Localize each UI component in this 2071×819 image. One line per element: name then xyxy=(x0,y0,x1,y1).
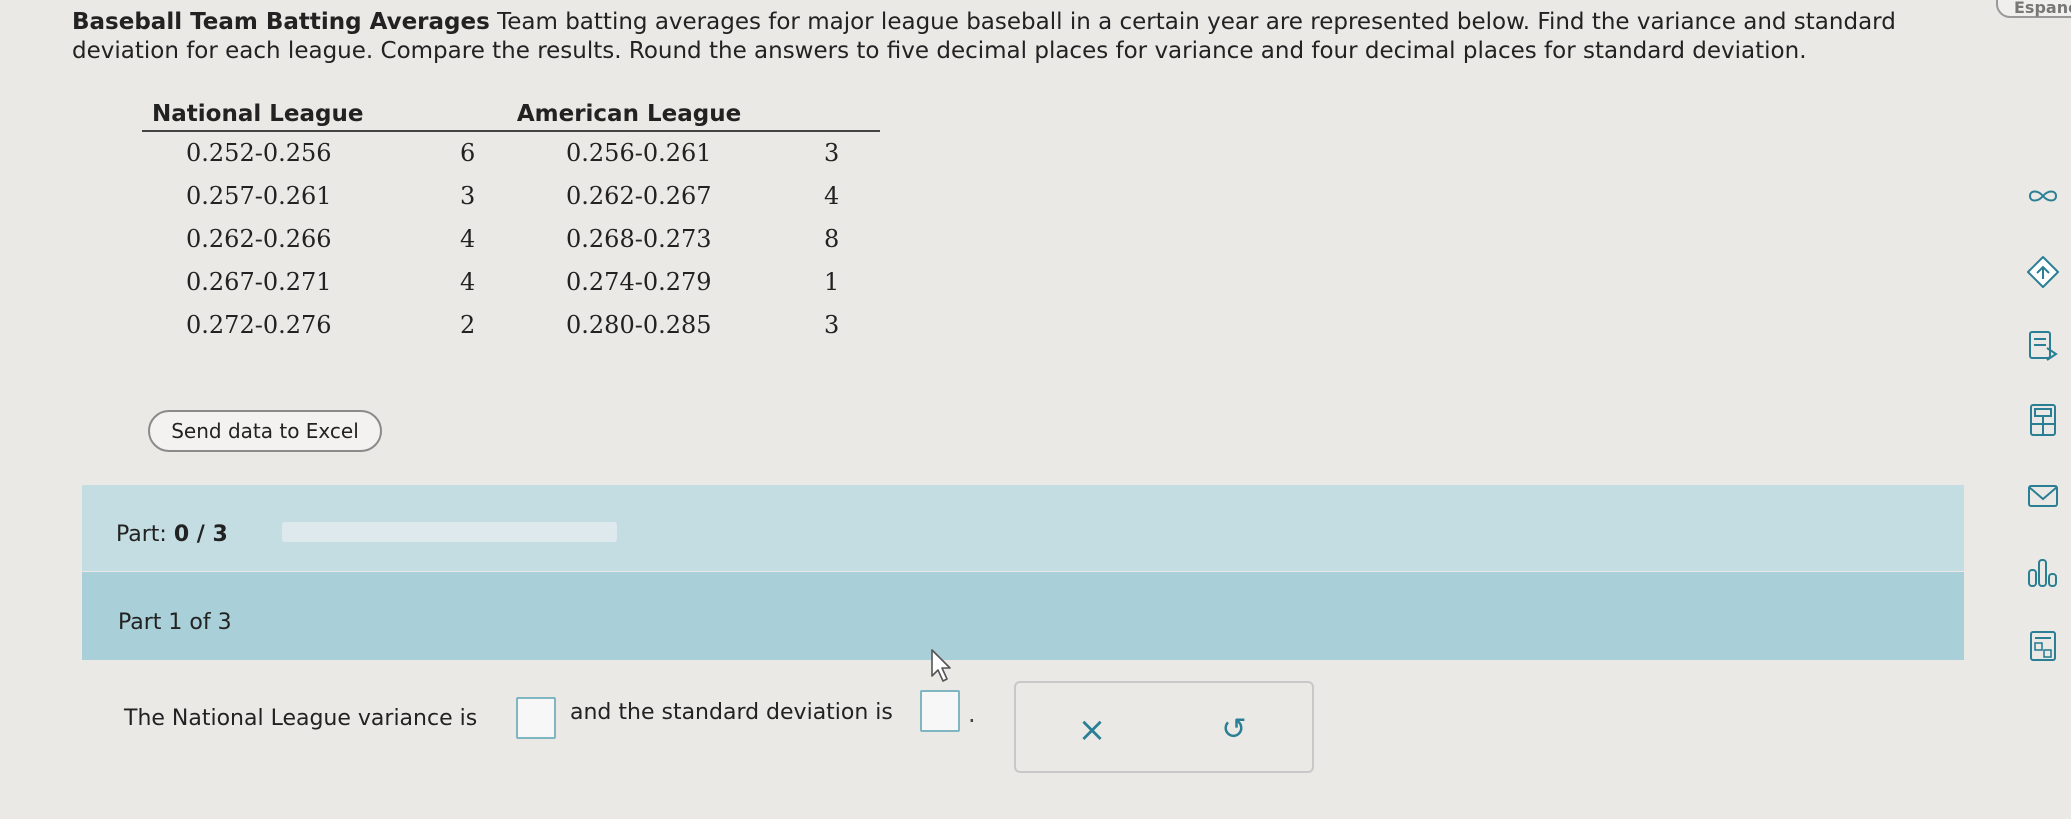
al-frequency: 3 xyxy=(824,310,840,339)
al-class: 0.262-0.267 xyxy=(566,181,712,210)
problem-title: Baseball Team Batting Averages xyxy=(72,9,490,35)
al-class: 0.280-0.285 xyxy=(566,310,712,339)
al-frequency: 1 xyxy=(824,267,840,296)
nl-frequency: 2 xyxy=(460,310,476,339)
part-label: Part: 0 / 3 xyxy=(116,522,228,547)
problem-statement: Baseball Team Batting Averages Team batt… xyxy=(72,8,1952,66)
undo-button[interactable]: ↺ xyxy=(1210,710,1258,750)
nl-frequency: 4 xyxy=(460,224,476,253)
part-label-text: Part: xyxy=(116,522,167,547)
nl-class: 0.267-0.271 xyxy=(186,267,332,296)
part-count: 0 / 3 xyxy=(173,522,228,547)
al-class: 0.268-0.273 xyxy=(566,224,712,253)
formula-icon[interactable] xyxy=(2025,628,2061,664)
al-frequency: 3 xyxy=(824,139,840,167)
nl-class: 0.272-0.276 xyxy=(186,310,332,339)
table-row: 0.257-0.261 3 0.262-0.267 4 xyxy=(142,174,880,217)
action-panel xyxy=(1014,681,1314,773)
nl-class: 0.252-0.256 xyxy=(186,139,332,167)
nl-frequency: 4 xyxy=(460,267,476,296)
ebook-icon[interactable] xyxy=(2025,328,2061,364)
question-text-middle: and the standard deviation is xyxy=(570,700,893,725)
table-header-row: National League American League xyxy=(142,100,880,132)
question-period: . xyxy=(968,700,976,728)
frequency-table: National League American League 0.252-0.… xyxy=(142,100,880,346)
mouse-cursor-icon xyxy=(931,649,951,682)
table-row: 0.272-0.276 2 0.280-0.285 3 xyxy=(142,303,880,346)
infinity-icon[interactable] xyxy=(2025,178,2061,214)
variance-input[interactable] xyxy=(516,697,556,739)
question-text-before: The National League variance is xyxy=(124,706,478,731)
progress-track xyxy=(282,522,617,542)
language-toggle-button[interactable]: Espanol xyxy=(1996,0,2071,18)
nl-frequency: 3 xyxy=(460,181,476,210)
table-row: 0.267-0.271 4 0.274-0.279 1 xyxy=(142,260,880,303)
statistics-icon[interactable] xyxy=(2025,554,2061,590)
al-frequency: 8 xyxy=(824,224,840,253)
al-class: 0.274-0.279 xyxy=(566,267,712,296)
subpart-header xyxy=(82,572,1964,660)
send-to-excel-button[interactable]: Send data to Excel xyxy=(148,410,382,452)
header-american-league: American League xyxy=(516,100,792,132)
table-row: 0.262-0.266 4 0.268-0.273 8 xyxy=(142,217,880,260)
header-nl-frequency xyxy=(410,100,516,132)
subpart-label: Part 1 of 3 xyxy=(118,610,232,635)
nl-class: 0.262-0.266 xyxy=(186,224,332,253)
header-al-frequency xyxy=(792,100,880,132)
header-national-league: National League xyxy=(142,100,410,132)
al-frequency: 4 xyxy=(824,181,840,210)
nl-frequency: 6 xyxy=(460,139,476,167)
nl-class: 0.257-0.261 xyxy=(186,181,332,210)
table-row: 0.252-0.256 6 0.256-0.261 3 xyxy=(142,131,880,174)
hint-icon[interactable] xyxy=(2025,254,2061,290)
std-dev-input[interactable] xyxy=(920,690,960,732)
calculator-icon[interactable] xyxy=(2025,402,2061,438)
mail-icon[interactable] xyxy=(2025,478,2061,514)
clear-button[interactable]: × xyxy=(1068,710,1116,750)
al-class: 0.256-0.261 xyxy=(566,139,712,167)
